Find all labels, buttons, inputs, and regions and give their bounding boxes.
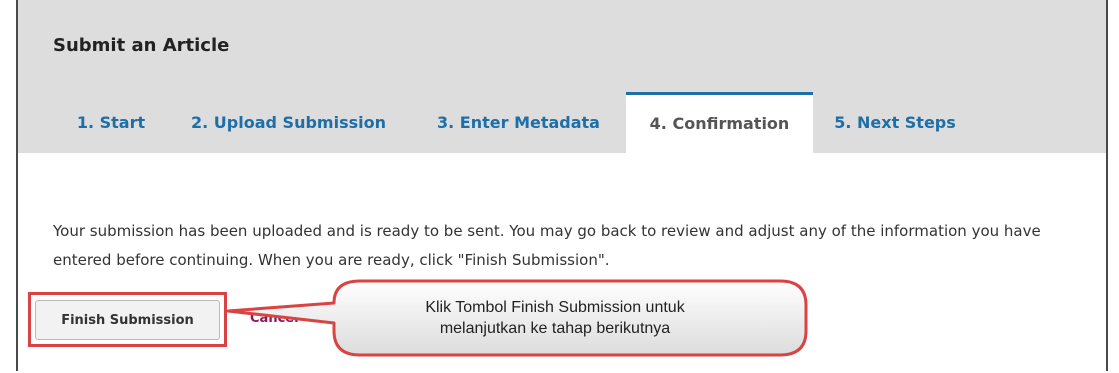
tab-upload-submission[interactable]: 2. Upload Submission [186,92,391,153]
tab-start[interactable]: 1. Start [66,92,156,153]
tab-confirmation[interactable]: 4. Confirmation [626,92,813,153]
page-title: Submit an Article [53,35,230,56]
finish-submission-button[interactable]: Finish Submission [35,300,220,340]
tab-next-steps[interactable]: 5. Next Steps [826,92,964,153]
annotation-line-1: Klik Tombol Finish Submission untuk [425,299,685,316]
annotation-callout-text: Klik Tombol Finish Submission untuk mela… [330,297,780,339]
confirmation-message: Your submission has been uploaded and is… [53,222,1041,269]
annotation-line-2: melanjutkan ke tahap berikutnya [439,320,671,337]
tab-enter-metadata[interactable]: 3. Enter Metadata [421,92,616,153]
panel-header: Submit an Article 1. Start 2. Upload Sub… [18,0,1106,153]
